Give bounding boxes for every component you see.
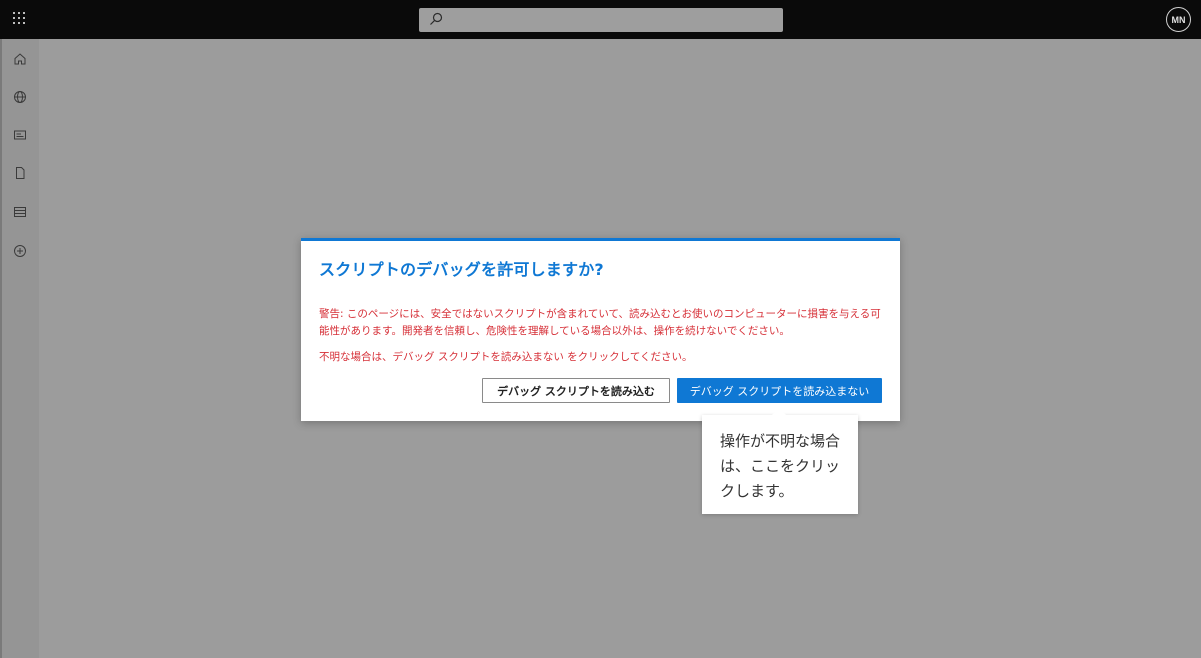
top-bar: MN	[0, 0, 1201, 39]
dialog-note-text: 不明な場合は、デバッグ スクリプトを読み込まない をクリックしてください。	[319, 351, 693, 363]
callout-tooltip: 操作が不明な場合は、ここをクリックします。	[702, 408, 858, 514]
debug-script-dialog: スクリプトのデバッグを許可しますか? 警告: このページには、安全ではないスクリ…	[301, 238, 900, 421]
card-icon[interactable]	[12, 127, 28, 143]
load-debug-script-button[interactable]: デバッグ スクリプトを読み込む	[482, 378, 670, 403]
globe-icon[interactable]	[12, 89, 28, 105]
callout-text: 操作が不明な場合は、ここをクリックします。	[720, 432, 841, 500]
dialog-warning-text: 警告: このページには、安全ではないスクリプトが含まれていて、読み込むとお使いの…	[319, 308, 881, 337]
file-icon[interactable]	[12, 165, 28, 181]
list-icon[interactable]	[12, 204, 28, 220]
avatar[interactable]: MN	[1166, 7, 1191, 32]
dont-load-debug-script-button[interactable]: デバッグ スクリプトを読み込まない	[677, 378, 882, 403]
add-circle-icon[interactable]	[12, 243, 28, 259]
dialog-title: スクリプトのデバッグを許可しますか?	[319, 260, 604, 279]
waffle-icon[interactable]	[13, 12, 27, 26]
side-rail	[0, 39, 39, 658]
home-icon[interactable]	[12, 51, 28, 67]
search-box[interactable]	[419, 8, 783, 32]
search-icon	[430, 12, 443, 25]
